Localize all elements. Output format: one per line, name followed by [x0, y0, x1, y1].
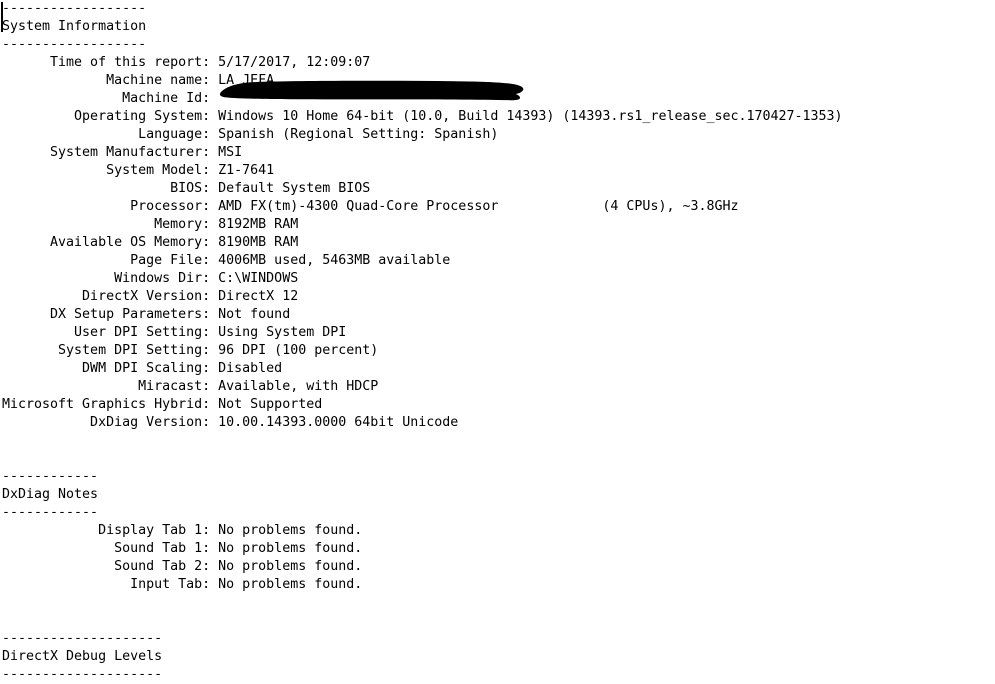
entry-user-dpi-setting: User DPI Setting: Using System DPI	[74, 325, 347, 340]
entry-machine-id: Machine Id:	[122, 91, 211, 106]
entry-system-manufacturer: System Manufacturer: MSI	[50, 145, 243, 160]
entry-language: Language: Spanish (Regional Setting: Spa…	[138, 127, 499, 142]
report-text[interactable]: ------------------ System Information --…	[0, 0, 995, 684]
entry-display-tab-1: Display Tab 1: No problems found.	[98, 523, 363, 538]
entry-bios: BIOS: Default System BIOS	[170, 181, 371, 196]
entry-system-model: System Model: Z1-7641	[106, 163, 275, 178]
entry-microsoft-graphics-hybrid: Microsoft Graphics Hybrid: Not Supported	[2, 397, 323, 412]
entry-operating-system: Operating System: Windows 10 Home 64-bit…	[74, 109, 843, 124]
text-caret	[1, 2, 3, 32]
entry-available-os-memory: Available OS Memory: 8190MB RAM	[50, 235, 299, 250]
entry-miracast: Miracast: Available, with HDCP	[138, 379, 379, 394]
entry-windows-dir: Windows Dir: C:\WINDOWS	[114, 271, 299, 286]
entry-sound-tab-1: Sound Tab 1: No problems found.	[114, 541, 363, 556]
section-title-directx-debug-levels: DirectX Debug Levels	[2, 649, 163, 664]
dxdiag-report: ------------------ System Information --…	[0, 0, 995, 684]
entry-input-tab: Input Tab: No problems found.	[130, 577, 363, 592]
section-title-dxdiag-notes: DxDiag Notes	[2, 487, 99, 502]
entry-dx-setup-parameters: DX Setup Parameters: Not found	[50, 307, 291, 322]
section-title-system-information: System Information	[2, 19, 147, 34]
entry-sound-tab-2: Sound Tab 2: No problems found.	[114, 559, 363, 574]
entry-machine-name: Machine name: LA_JEFA	[106, 73, 275, 88]
entry-page-file: Page File: 4006MB used, 5463MB available	[130, 253, 451, 268]
entry-dxdiag-version: DxDiag Version: 10.00.14393.0000 64bit U…	[90, 415, 459, 430]
section-rule-top-dxdiag-notes: ------------	[2, 469, 99, 484]
section-rule-top-directx-debug-levels: --------------------	[2, 631, 163, 646]
entry-system-dpi-setting: System DPI Setting: 96 DPI (100 percent)	[58, 343, 379, 358]
section-rule-bottom-dxdiag-notes: ------------	[2, 505, 99, 520]
entry-directx-version: DirectX Version: DirectX 12	[82, 289, 299, 304]
entry-processor: Processor: AMD FX(tm)-4300 Quad-Core Pro…	[130, 199, 739, 214]
section-rule-bottom-directx-debug-levels: --------------------	[2, 667, 163, 682]
section-rule-bottom-system-information: ------------------	[2, 37, 147, 52]
section-rule-top-system-information: ------------------	[2, 1, 147, 16]
entry-memory: Memory: 8192MB RAM	[154, 217, 299, 232]
entry-dwm-dpi-scaling: DWM DPI Scaling: Disabled	[82, 361, 283, 376]
entry-time-of-this-report: Time of this report: 5/17/2017, 12:09:07	[50, 55, 371, 70]
